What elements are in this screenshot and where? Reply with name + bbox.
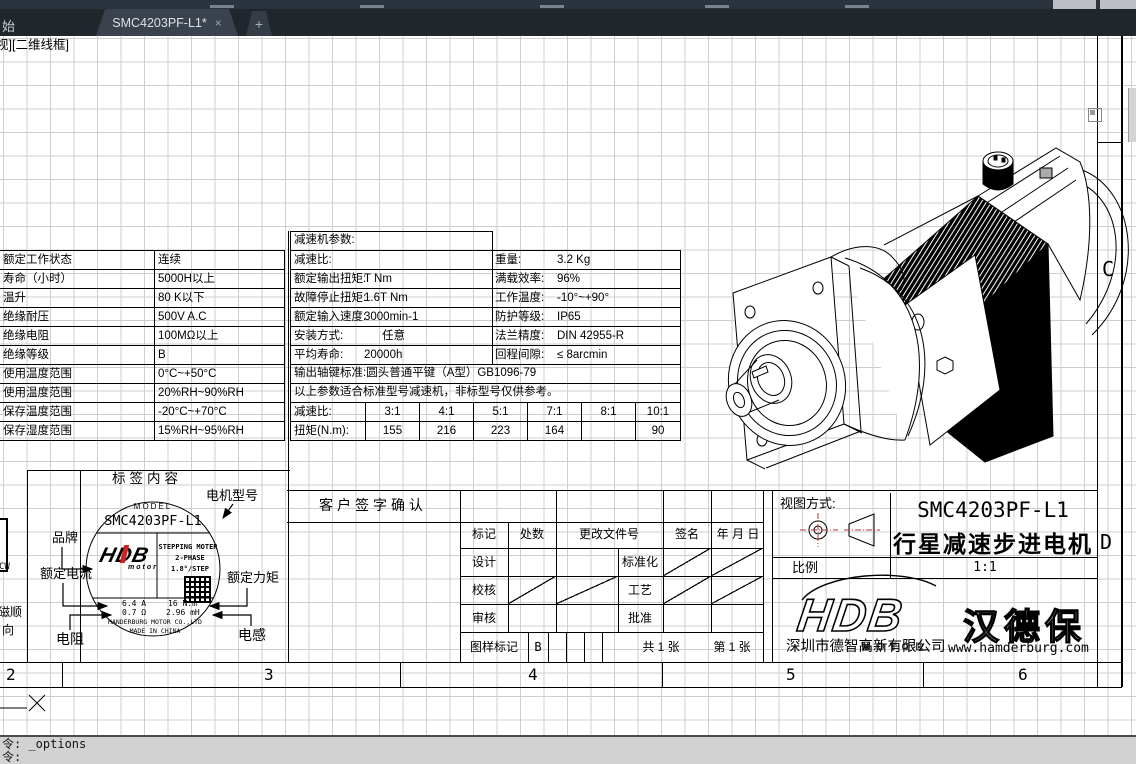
motor-drawing [725, 147, 1129, 470]
logo-swoosh [801, 574, 937, 601]
tab-start-partial[interactable]: 始 [2, 16, 15, 35]
nameplate-circle [85, 501, 221, 637]
tab-document[interactable]: SMC4203PF-L1* × [96, 9, 238, 36]
file-tab-bar: 始 SMC4203PF-L1* × + [0, 9, 1136, 36]
ribbon-bar [0, 0, 1136, 9]
ribbon-tab-partial [540, 5, 564, 8]
ribbon-tab-partial [360, 5, 384, 8]
drawing-canvas[interactable]: 视][二维线框] 额定工作状态 连续 寿命（小时） 5000H以上 温升 80 K以下… [0, 36, 1136, 735]
ribbon-right-button[interactable] [1053, 0, 1096, 9]
ribbon-tab-partial [210, 5, 234, 8]
close-icon[interactable]: × [215, 16, 222, 30]
ribbon-right-button[interactable] [1100, 0, 1136, 9]
command-prompt[interactable]: 令: [2, 751, 1136, 764]
drawing-svg [0, 147, 1129, 712]
tab-document-label: SMC4203PF-L1* [112, 15, 207, 30]
ribbon-tab-partial [845, 5, 869, 8]
command-history: 令: _options [2, 737, 87, 751]
projection-symbol [800, 513, 880, 547]
command-line[interactable]: 令: _options 令: [0, 735, 1136, 764]
crosshair-cursor [0, 694, 46, 712]
ribbon-tab-partial [705, 5, 729, 8]
new-tab-button[interactable]: + [246, 11, 272, 36]
